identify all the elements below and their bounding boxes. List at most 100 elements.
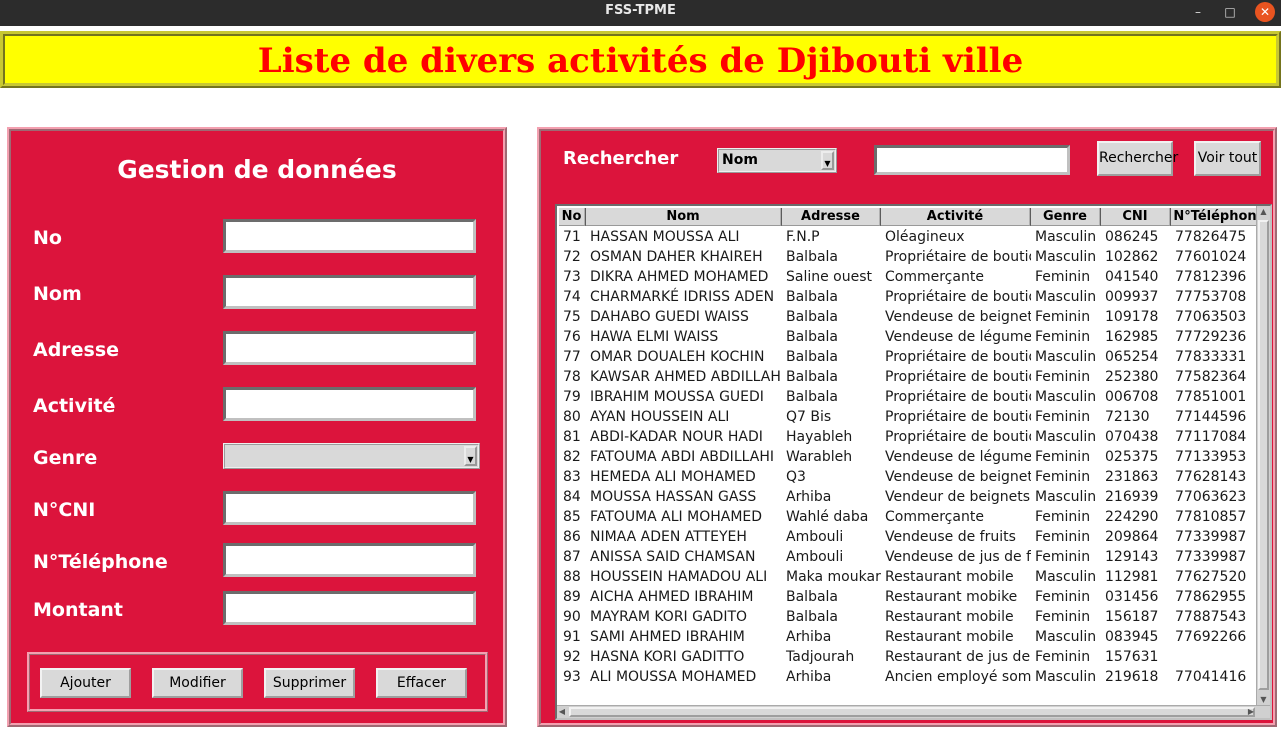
- column-header-activite[interactable]: Activité: [881, 208, 1031, 226]
- table-cell-cni: 102862: [1105, 249, 1159, 265]
- table-cell-activite: Commerçante: [885, 509, 984, 525]
- table-cell-activite: Propriétaire de boutiq: [885, 429, 1031, 445]
- horizontal-scrollbar[interactable]: ◀ ▶: [557, 705, 1270, 718]
- table-cell-telephone: 77887543: [1175, 609, 1247, 625]
- table-cell-no: 84: [563, 489, 581, 505]
- table-cell-activite: Propriétaire de boutiq: [885, 389, 1031, 405]
- records-table[interactable]: No Nom Adresse Activité Genre CNI N°Téléphon 7…: [555, 204, 1272, 720]
- table-cell-cni: 72130: [1105, 409, 1150, 425]
- table-cell-cni: 156187: [1105, 609, 1159, 625]
- table-cell-no: 79: [563, 389, 581, 405]
- search-button[interactable]: Rechercher: [1097, 141, 1178, 176]
- effacer-button[interactable]: Effacer: [376, 668, 467, 698]
- action-buttons-frame: Ajouter Modifier Supprimer Effacer: [27, 652, 488, 712]
- table-cell-adresse: Hayableh: [786, 429, 853, 445]
- modifier-button[interactable]: Modifier: [152, 668, 243, 698]
- column-header-nom[interactable]: Nom: [586, 208, 782, 226]
- table-cell-activite: Vendeur de beignets: [885, 489, 1031, 505]
- scroll-left-icon[interactable]: ◀: [557, 706, 567, 718]
- show-all-button[interactable]: Voir tout: [1194, 141, 1261, 176]
- banner-title: Liste de divers activités de Djibouti vi…: [257, 41, 1024, 81]
- telephone-input[interactable]: [223, 543, 476, 577]
- dropdown-arrow-icon[interactable]: ▼: [464, 446, 477, 466]
- table-cell-no: 77: [563, 349, 581, 365]
- close-icon[interactable]: ✕: [1255, 2, 1275, 22]
- table-cell-cni: 025375: [1105, 449, 1159, 465]
- no-input[interactable]: [223, 219, 476, 253]
- table-cell-activite: Restaurant de jus de f: [885, 649, 1031, 665]
- column-header-no[interactable]: No: [559, 208, 586, 226]
- table-cell-cni: 031456: [1105, 589, 1159, 605]
- table-cell-activite: Vendeuse de beignets: [885, 469, 1031, 485]
- table-cell-activite: Vendeuse de légumes: [885, 449, 1031, 465]
- scroll-right-icon[interactable]: ▶: [1246, 706, 1256, 718]
- maximize-icon[interactable]: □: [1220, 2, 1240, 22]
- table-cell-telephone: 77117084: [1175, 429, 1247, 445]
- table-cell-adresse: Maka moukara: [786, 569, 881, 585]
- table-cell-nom: HAWA ELMI WAISS: [590, 329, 719, 345]
- column-header-telephone[interactable]: N°Téléphon: [1171, 208, 1261, 226]
- table-cell-genre: Feminin: [1035, 449, 1091, 465]
- ajouter-button[interactable]: Ajouter: [40, 668, 131, 698]
- dropdown-arrow-icon[interactable]: ▼: [821, 151, 834, 170]
- scroll-up-icon[interactable]: ▲: [1258, 206, 1269, 218]
- header-banner: Liste de divers activités de Djibouti vi…: [0, 31, 1281, 88]
- nom-input[interactable]: [223, 275, 476, 309]
- table-cell-nom: NIMAA ADEN ATTEYEH: [590, 529, 747, 545]
- supprimer-button[interactable]: Supprimer: [264, 668, 355, 698]
- genre-select[interactable]: ▼: [223, 443, 480, 469]
- table-cell-adresse: Balbala: [786, 389, 839, 405]
- table-cell-telephone: 77063623: [1175, 489, 1247, 505]
- table-cell-adresse: Warableh: [786, 449, 853, 465]
- horizontal-scroll-thumb[interactable]: [569, 707, 1255, 717]
- table-cell-genre: Masculin: [1035, 249, 1097, 265]
- table-cell-cni: 231863: [1105, 469, 1159, 485]
- table-cell-telephone: 77862955: [1175, 589, 1247, 605]
- table-cell-adresse: Q7 Bis: [786, 409, 832, 425]
- table-cell-cni: 041540: [1105, 269, 1159, 285]
- montant-input[interactable]: [223, 591, 476, 625]
- table-cell-telephone: 77144596: [1175, 409, 1247, 425]
- table-cell-activite: Vendeuse de beignets: [885, 309, 1031, 325]
- table-cell-adresse: Wahlé daba: [786, 509, 869, 525]
- window-titlebar: FSS-TPME – □ ✕: [0, 0, 1281, 26]
- search-field-value: Nom: [722, 152, 758, 168]
- table-cell-adresse: Balbala: [786, 349, 839, 365]
- search-input[interactable]: [874, 145, 1070, 175]
- vertical-scroll-thumb[interactable]: [1258, 220, 1269, 690]
- table-cell-genre: Masculin: [1035, 629, 1097, 645]
- table-cell-no: 80: [563, 409, 581, 425]
- table-cell-adresse: Ambouli: [786, 549, 844, 565]
- table-cell-nom: OMAR DOUALEH KOCHIN: [590, 349, 765, 365]
- activite-input[interactable]: [223, 387, 476, 421]
- table-cell-no: 72: [563, 249, 581, 265]
- table-cell-no: 86: [563, 529, 581, 545]
- vertical-scrollbar[interactable]: ▲ ▼: [1256, 206, 1270, 706]
- minimize-icon[interactable]: –: [1188, 2, 1208, 22]
- column-header-genre[interactable]: Genre: [1031, 208, 1101, 226]
- cni-input[interactable]: [223, 491, 476, 525]
- table-cell-nom: FATOUMA ABDI ABDILLAHI: [590, 449, 774, 465]
- table-cell-adresse: Balbala: [786, 309, 839, 325]
- table-cell-genre: Masculin: [1035, 289, 1097, 305]
- table-cell-nom: HASSAN MOUSSA ALI: [590, 229, 740, 245]
- table-cell-no: 73: [563, 269, 581, 285]
- column-header-adresse[interactable]: Adresse: [782, 208, 881, 226]
- search-field-select[interactable]: Nom ▼: [717, 148, 837, 173]
- table-cell-genre: Masculin: [1035, 669, 1097, 685]
- table-cell-genre: Feminin: [1035, 609, 1091, 625]
- no-label: No: [33, 227, 62, 249]
- table-cell-genre: Feminin: [1035, 309, 1091, 325]
- table-cell-adresse: Saline ouest: [786, 269, 873, 285]
- adresse-input[interactable]: [223, 331, 476, 365]
- table-cell-adresse: Ambouli: [786, 529, 844, 545]
- table-cell-activite: Restaurant mobike: [885, 589, 1018, 605]
- table-cell-no: 83: [563, 469, 581, 485]
- table-cell-nom: HOUSSEIN HAMADOU ALI: [590, 569, 768, 585]
- table-cell-telephone: 77339987: [1175, 549, 1247, 565]
- table-cell-telephone: 77063503: [1175, 309, 1247, 325]
- table-cell-adresse: Tadjourah: [786, 649, 855, 665]
- table-cell-telephone: 77833331: [1175, 349, 1247, 365]
- column-header-cni[interactable]: CNI: [1101, 208, 1171, 226]
- table-cell-genre: Masculin: [1035, 229, 1097, 245]
